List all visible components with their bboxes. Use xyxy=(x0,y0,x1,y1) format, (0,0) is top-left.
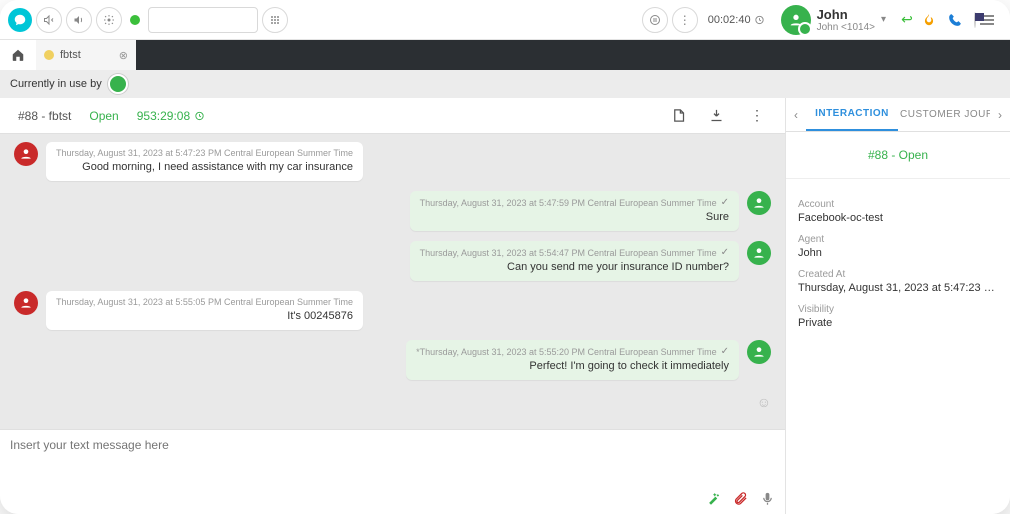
message-timestamp: Thursday, August 31, 2023 at 5:47:23 PM … xyxy=(56,148,353,158)
microphone-icon[interactable] xyxy=(760,491,775,506)
interaction-duration: 953:29:08 xyxy=(137,109,205,123)
agent-value: John xyxy=(798,247,998,259)
more-button[interactable]: ⋮ xyxy=(672,7,698,33)
agent-name: John xyxy=(817,7,875,22)
delivered-check-icon: ✓ xyxy=(721,247,729,258)
settings-button[interactable] xyxy=(96,7,122,33)
note-icon[interactable] xyxy=(671,108,691,123)
message-body: Sure xyxy=(420,211,729,223)
message-bubble: Thursday, August 31, 2023 at 5:47:59 PM … xyxy=(410,191,739,231)
pause-button[interactable] xyxy=(642,7,668,33)
dialpad-button[interactable] xyxy=(262,7,288,33)
message-timestamp: Thursday, August 31, 2023 at 5:54:47 PM … xyxy=(420,247,729,258)
interaction-status: Open xyxy=(89,109,118,123)
message-bubble: *Thursday, August 31, 2023 at 5:55:20 PM… xyxy=(406,340,739,380)
message-timestamp: Thursday, August 31, 2023 at 5:47:59 PM … xyxy=(420,197,729,208)
message-bubble: Thursday, August 31, 2023 at 5:47:23 PM … xyxy=(46,142,363,181)
home-tab[interactable] xyxy=(0,40,36,70)
agent-avatar-icon xyxy=(747,241,771,265)
agent-sub: John <1014> xyxy=(817,22,875,33)
status-dot-icon xyxy=(130,15,140,25)
message-body: Perfect! I'm going to check it immediate… xyxy=(416,360,729,372)
top-toolbar: ⋮ 00:02:40 John John <1014> ▾ ↩ xyxy=(0,0,1010,40)
flag-icon[interactable] xyxy=(974,13,976,27)
customer-avatar-icon xyxy=(14,142,38,166)
timer-icon xyxy=(754,14,765,25)
chevron-down-icon: ▾ xyxy=(881,14,886,25)
agent-label: Agent xyxy=(798,234,998,245)
agent-block[interactable]: John John <1014> ▾ xyxy=(781,5,886,35)
message-row: Thursday, August 31, 2023 at 5:47:23 PM … xyxy=(14,142,771,181)
tab-fbtst[interactable]: fbtst ⊗ xyxy=(36,40,136,70)
created-label: Created At xyxy=(798,269,998,280)
magic-wand-icon[interactable] xyxy=(706,491,721,506)
delivered-check-icon: ✓ xyxy=(721,197,729,208)
reply-icon[interactable]: ↩ xyxy=(896,11,918,28)
created-value: Thursday, August 31, 2023 at 5:47:23 PM … xyxy=(798,282,998,294)
mute-button[interactable] xyxy=(36,7,62,33)
tab-interaction[interactable]: INTERACTION xyxy=(806,98,898,131)
message-row: Thursday, August 31, 2023 at 5:47:59 PM … xyxy=(14,191,771,231)
message-timestamp: Thursday, August 31, 2023 at 5:55:05 PM … xyxy=(56,297,353,307)
side-prev-icon[interactable]: ‹ xyxy=(786,108,806,122)
tabs-bar: fbtst ⊗ xyxy=(0,40,1010,70)
call-timer: 00:02:40 xyxy=(708,14,765,26)
kebab-icon[interactable]: ⋮ xyxy=(747,107,767,124)
message-input[interactable] xyxy=(10,438,775,484)
volume-button[interactable] xyxy=(66,7,92,33)
emoji-icon[interactable]: ☺ xyxy=(757,394,771,410)
account-value: Facebook-oc-test xyxy=(798,212,998,224)
visibility-value: Private xyxy=(798,317,998,329)
message-row: Thursday, August 31, 2023 at 5:54:47 PM … xyxy=(14,241,771,281)
tab-close-icon[interactable]: ⊗ xyxy=(119,49,128,62)
customer-avatar-icon xyxy=(14,291,38,315)
message-timestamp: *Thursday, August 31, 2023 at 5:55:20 PM… xyxy=(416,346,729,357)
timer-value: 00:02:40 xyxy=(708,14,751,26)
attachment-icon[interactable] xyxy=(733,491,748,506)
top-search-input[interactable] xyxy=(148,7,258,33)
tab-label: fbtst xyxy=(60,49,81,61)
message-row: Thursday, August 31, 2023 at 5:55:05 PM … xyxy=(14,291,771,330)
composer: ☺ xyxy=(0,429,785,514)
tab-status-dot-icon xyxy=(44,50,54,60)
phone-icon[interactable] xyxy=(948,13,970,27)
message-body: Good morning, I need assistance with my … xyxy=(56,161,353,173)
app-logo-icon xyxy=(8,8,32,32)
chat-header: #88 - fbtst Open 953:29:08 ⋮ xyxy=(0,98,785,134)
in-use-avatar-icon xyxy=(108,74,128,94)
delivered-check-icon: ✓ xyxy=(721,346,729,357)
message-row: *Thursday, August 31, 2023 at 5:55:20 PM… xyxy=(14,340,771,380)
fire-icon[interactable] xyxy=(922,13,944,27)
agent-avatar-icon xyxy=(747,191,771,215)
message-bubble: Thursday, August 31, 2023 at 5:54:47 PM … xyxy=(410,241,739,281)
visibility-label: Visibility xyxy=(798,304,998,315)
agent-avatar-icon xyxy=(781,5,811,35)
agent-avatar-icon xyxy=(747,340,771,364)
account-label: Account xyxy=(798,199,998,210)
in-use-label: Currently in use by xyxy=(10,78,102,90)
tab-customer-journey[interactable]: CUSTOMER JOURNE xyxy=(898,99,990,130)
in-use-bar: Currently in use by xyxy=(0,70,1010,98)
side-panel: ‹ INTERACTION CUSTOMER JOURNE › #88 - Op… xyxy=(785,98,1010,514)
side-heading: #88 - Open xyxy=(786,132,1010,179)
message-bubble: Thursday, August 31, 2023 at 5:55:05 PM … xyxy=(46,291,363,330)
message-body: Can you send me your insurance ID number… xyxy=(420,261,729,273)
download-icon[interactable] xyxy=(709,108,729,123)
messages-list: Thursday, August 31, 2023 at 5:47:23 PM … xyxy=(0,134,785,429)
message-body: It's 00245876 xyxy=(56,310,353,322)
interaction-title: #88 - fbtst xyxy=(18,109,71,123)
side-next-icon[interactable]: › xyxy=(990,108,1010,122)
